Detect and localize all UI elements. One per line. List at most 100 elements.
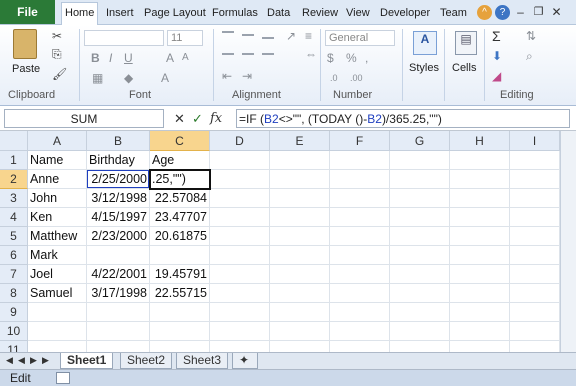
cell-e1[interactable]: [270, 151, 330, 170]
cell-b9[interactable]: [87, 303, 150, 322]
cell-c3[interactable]: 22.57084: [150, 189, 210, 208]
prev-sheet-icon[interactable]: ◀: [18, 355, 25, 366]
cell-g3[interactable]: [390, 189, 450, 208]
first-sheet-icon[interactable]: ◀: [6, 355, 13, 366]
cell-c5[interactable]: 20.61875: [150, 227, 210, 246]
cell-h4[interactable]: [450, 208, 510, 227]
cell-e7[interactable]: [270, 265, 330, 284]
find-select-icon[interactable]: ⌕: [526, 49, 533, 63]
cell-h2[interactable]: [450, 170, 510, 189]
select-all-corner[interactable]: [0, 131, 28, 151]
column-header-g[interactable]: G: [390, 131, 450, 151]
cell-f4[interactable]: [330, 208, 390, 227]
cell-e3[interactable]: [270, 189, 330, 208]
cell-i1[interactable]: [510, 151, 560, 170]
merge-center-icon[interactable]: ⇔: [305, 47, 317, 61]
align-bottom-icon[interactable]: [262, 37, 274, 39]
cell-b1[interactable]: Birthday: [87, 151, 150, 170]
name-box[interactable]: SUM: [4, 109, 164, 128]
cell-h5[interactable]: [450, 227, 510, 246]
wrap-text-icon[interactable]: ≡: [305, 29, 312, 43]
cell-g10[interactable]: [390, 322, 450, 341]
cell-c8[interactable]: 22.55715: [150, 284, 210, 303]
cell-g5[interactable]: [390, 227, 450, 246]
cell-f2[interactable]: [330, 170, 390, 189]
cancel-icon[interactable]: ✕: [174, 111, 185, 127]
align-right-icon[interactable]: [262, 53, 274, 55]
cell-d9[interactable]: [210, 303, 270, 322]
cell-e5[interactable]: [270, 227, 330, 246]
sheet-tab-sheet2[interactable]: Sheet2: [120, 353, 173, 369]
cell-g6[interactable]: [390, 246, 450, 265]
cell-i9[interactable]: [510, 303, 560, 322]
cell-i2[interactable]: [510, 170, 560, 189]
restore-window-icon[interactable]: –: [513, 5, 528, 20]
cell-b7[interactable]: 4/22/2001: [87, 265, 150, 284]
cell-d7[interactable]: [210, 265, 270, 284]
cut-icon[interactable]: ✂: [52, 29, 62, 43]
row-header-5[interactable]: 5: [0, 227, 28, 246]
cell-h3[interactable]: [450, 189, 510, 208]
cell-d6[interactable]: [210, 246, 270, 265]
cell-g2[interactable]: [390, 170, 450, 189]
shrink-font-icon[interactable]: A: [182, 51, 189, 65]
row-header-4[interactable]: 4: [0, 208, 28, 227]
cell-d5[interactable]: [210, 227, 270, 246]
cell-h10[interactable]: [450, 322, 510, 341]
enter-icon[interactable]: ✓: [192, 111, 203, 127]
cell-e4[interactable]: [270, 208, 330, 227]
tab-formulas[interactable]: Formulas: [212, 3, 258, 24]
cell-c6[interactable]: [150, 246, 210, 265]
comma-style-icon[interactable]: ,: [365, 51, 368, 65]
fill-icon[interactable]: ⬇: [492, 49, 502, 63]
cell-b5[interactable]: 2/23/2000: [87, 227, 150, 246]
tab-data[interactable]: Data: [267, 3, 290, 24]
autosum-icon[interactable]: Σ: [492, 29, 501, 43]
last-sheet-icon[interactable]: ▶: [42, 355, 49, 366]
column-header-e[interactable]: E: [270, 131, 330, 151]
row-header-1[interactable]: 1: [0, 151, 28, 170]
align-top-icon[interactable]: [222, 31, 234, 33]
cell-a10[interactable]: [28, 322, 87, 341]
close-workbook-icon[interactable]: ✕: [549, 5, 564, 20]
macro-record-icon[interactable]: [56, 372, 70, 384]
cell-f7[interactable]: [330, 265, 390, 284]
grow-font-icon[interactable]: A: [166, 51, 174, 65]
column-header-h[interactable]: H: [450, 131, 510, 151]
file-tab[interactable]: File: [0, 0, 55, 24]
cell-i8[interactable]: [510, 284, 560, 303]
cell-f9[interactable]: [330, 303, 390, 322]
next-sheet-icon[interactable]: ▶: [30, 355, 37, 366]
vertical-scrollbar[interactable]: [560, 131, 576, 352]
cell-f6[interactable]: [330, 246, 390, 265]
cell-e9[interactable]: [270, 303, 330, 322]
cell-a5[interactable]: Matthew: [28, 227, 87, 246]
cell-e10[interactable]: [270, 322, 330, 341]
cell-h6[interactable]: [450, 246, 510, 265]
column-header-b[interactable]: B: [87, 131, 150, 151]
cell-g7[interactable]: [390, 265, 450, 284]
increase-indent-icon[interactable]: ⇥: [242, 69, 252, 83]
cell-a1[interactable]: Name: [28, 151, 87, 170]
row-header-7[interactable]: 7: [0, 265, 28, 284]
cells-button[interactable]: Cells: [452, 62, 476, 74]
cell-d8[interactable]: [210, 284, 270, 303]
tab-page-layout[interactable]: Page Layout: [144, 3, 206, 24]
clear-icon[interactable]: ◢: [492, 69, 501, 83]
cell-b8[interactable]: 3/17/1998: [87, 284, 150, 303]
align-center-icon[interactable]: [242, 53, 254, 55]
cell-f1[interactable]: [330, 151, 390, 170]
decrease-decimal-icon[interactable]: .00: [350, 71, 363, 85]
cell-i4[interactable]: [510, 208, 560, 227]
sheet-tab-sheet1[interactable]: Sheet1: [60, 353, 114, 369]
tab-developer[interactable]: Developer: [380, 3, 430, 24]
cell-h7[interactable]: [450, 265, 510, 284]
row-header-9[interactable]: 9: [0, 303, 28, 322]
sheet-tab-sheet3[interactable]: Sheet3: [176, 353, 229, 369]
cell-d10[interactable]: [210, 322, 270, 341]
cell-a2[interactable]: Anne: [28, 170, 87, 189]
paste-button[interactable]: Paste: [12, 63, 40, 75]
borders-icon[interactable]: ▦: [92, 71, 103, 85]
cell-a6[interactable]: Mark: [28, 246, 87, 265]
cell-b6[interactable]: [87, 246, 150, 265]
